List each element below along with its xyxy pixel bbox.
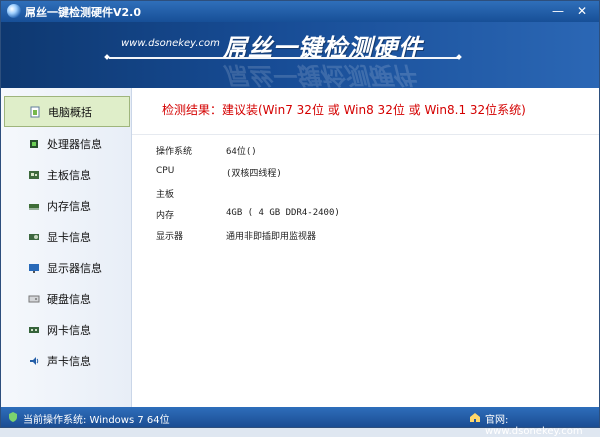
home-icon xyxy=(470,413,480,422)
info-row-os: 操作系统 64位() xyxy=(156,144,576,162)
sidebar-item-memory[interactable]: 内存信息 xyxy=(4,190,130,221)
sidebar-item-graphics-card[interactable]: 显卡信息 xyxy=(4,221,130,252)
info-row-monitor: 显示器 通用非即插即用监视器 xyxy=(156,229,576,247)
title-bar[interactable]: 屌丝一键检测硬件V2.0 — ✕ xyxy=(1,1,599,22)
banner-divider-line xyxy=(109,57,459,59)
info-value: (双核四线程) xyxy=(226,169,282,179)
sound-card-icon xyxy=(28,355,40,367)
info-row-memory: 内存 4GB ( 4 GB DDR4-2400) xyxy=(156,208,576,226)
hard-disk-icon xyxy=(28,293,40,305)
shield-icon xyxy=(9,412,17,422)
sidebar-item-label: 网卡信息 xyxy=(47,323,91,337)
info-value: 通用非即插即用监视器 xyxy=(226,232,317,242)
sidebar-item-sound-card[interactable]: 声卡信息 xyxy=(4,345,130,376)
sidebar-item-motherboard[interactable]: 主板信息 xyxy=(4,159,130,190)
sidebar-item-computer-overview[interactable]: 电脑概括 xyxy=(4,96,130,127)
network-card-icon xyxy=(28,324,40,336)
info-label: CPU xyxy=(156,166,175,176)
motherboard-icon xyxy=(28,169,40,181)
detection-result: 检测结果：建议装(Win7 32位 或 Win8 32位 或 Win8.1 32… xyxy=(162,103,526,117)
info-row-cpu: CPU (双核四线程) xyxy=(156,166,576,184)
info-label: 显示器 xyxy=(156,232,184,242)
computer-overview-icon xyxy=(29,106,41,118)
sidebar-item-label: 显示器信息 xyxy=(47,261,102,275)
window-title: 屌丝一键检测硬件V2.0 xyxy=(25,6,141,19)
info-value: 64位() xyxy=(226,147,257,157)
current-os-status: 当前操作系统: Windows 7 64位 xyxy=(23,415,170,426)
status-bar: 当前操作系统: Windows 7 64位 官网: www.dsonekey.c… xyxy=(1,407,599,437)
sidebar-item-label: 声卡信息 xyxy=(47,354,91,368)
info-label: 主板 xyxy=(156,190,175,200)
app-globe-icon xyxy=(7,4,21,18)
sidebar-item-label: 显卡信息 xyxy=(47,230,91,244)
app-window: 屌丝一键检测硬件V2.0 — ✕ www.dsonekey.com 屌丝一键检测… xyxy=(0,0,600,437)
sidebar: 电脑概括 处理器信息 主板信息 内存信息 显卡信息 显示器信息 硬盘信息 网卡信… xyxy=(1,88,132,408)
info-label: 操作系统 xyxy=(156,147,193,157)
sidebar-item-hard-disk[interactable]: 硬盘信息 xyxy=(4,283,130,314)
official-website-link[interactable]: 官网: www.dsonekey.com xyxy=(485,411,599,437)
monitor-icon xyxy=(28,262,40,274)
sidebar-item-cpu[interactable]: 处理器信息 xyxy=(4,128,130,159)
sidebar-item-label: 电脑概括 xyxy=(48,105,92,119)
sidebar-item-label: 处理器信息 xyxy=(47,137,102,151)
cpu-icon xyxy=(28,138,40,150)
banner-title-reflection: 屌丝一键检测硬件 xyxy=(223,61,415,88)
header-banner: www.dsonekey.com 屌丝一键检测硬件 屌丝一键检测硬件 xyxy=(1,22,599,88)
sidebar-item-monitor[interactable]: 显示器信息 xyxy=(4,252,130,283)
info-value: 4GB ( 4 GB DDR4-2400) xyxy=(226,208,340,218)
sidebar-item-label: 硬盘信息 xyxy=(47,292,91,306)
info-label: 内存 xyxy=(156,211,175,221)
info-row-motherboard: 主板 xyxy=(156,187,576,205)
sidebar-item-network-card[interactable]: 网卡信息 xyxy=(4,314,130,345)
memory-icon xyxy=(28,200,40,212)
close-button[interactable]: ✕ xyxy=(573,3,591,19)
minimize-button[interactable]: — xyxy=(549,3,567,19)
content-divider xyxy=(132,134,599,135)
content-panel: 检测结果：建议装(Win7 32位 或 Win8 32位 或 Win8.1 32… xyxy=(132,88,599,408)
graphics-card-icon xyxy=(28,231,40,243)
sidebar-item-label: 内存信息 xyxy=(47,199,91,213)
sidebar-item-label: 主板信息 xyxy=(47,168,91,182)
website-url: www.dsonekey.com xyxy=(121,38,220,49)
